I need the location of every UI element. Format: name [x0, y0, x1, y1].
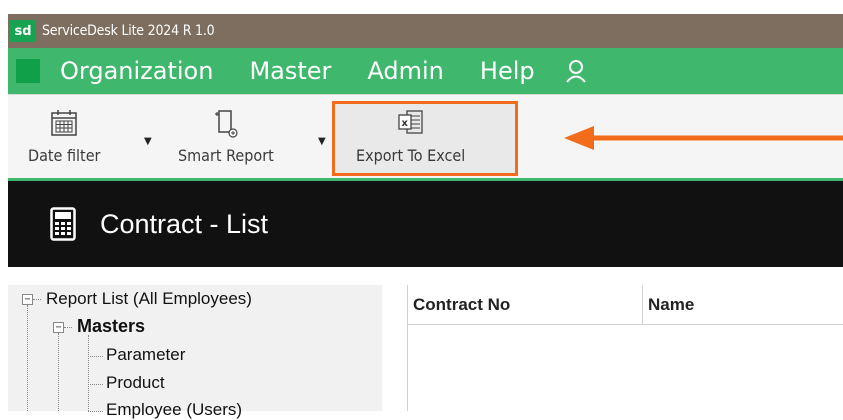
- smart-report-button[interactable]: Smart Report: [178, 108, 274, 165]
- page-header: Contract - List: [8, 181, 843, 267]
- tree-item-employee[interactable]: Employee (Users): [106, 400, 242, 420]
- tree-root-item[interactable]: Report List (All Employees): [46, 289, 252, 309]
- calculator-icon: [50, 207, 76, 241]
- tree-item-parameter[interactable]: Parameter: [106, 345, 185, 365]
- smart-report-dropdown-caret[interactable]: ▼: [318, 136, 326, 147]
- report-icon: [211, 110, 241, 142]
- tree-masters-group[interactable]: Masters: [77, 316, 145, 337]
- menu-organization[interactable]: Organization: [60, 57, 213, 85]
- date-filter-label: Date filter: [28, 146, 101, 165]
- user-icon[interactable]: [565, 59, 587, 83]
- column-header-name[interactable]: Name: [643, 285, 843, 324]
- title-bar: sd ServiceDesk Lite 2024 R 1.0: [8, 14, 843, 48]
- report-tree: − Report List (All Employees) − Masters …: [8, 285, 382, 419]
- calendar-icon: [49, 110, 79, 142]
- collapse-root-icon[interactable]: −: [22, 294, 33, 305]
- column-header-contract-no[interactable]: Contract No: [408, 285, 643, 324]
- date-filter-button[interactable]: Date filter: [28, 108, 100, 165]
- callout-arrow-icon: [560, 120, 843, 160]
- menu-help[interactable]: Help: [480, 57, 535, 85]
- smart-report-label: Smart Report: [178, 146, 274, 165]
- menu-admin[interactable]: Admin: [367, 57, 444, 85]
- date-filter-dropdown-caret[interactable]: ▼: [144, 136, 152, 147]
- tree-item-product[interactable]: Product: [106, 373, 165, 393]
- menu-logo-block: [16, 59, 40, 83]
- export-to-excel-label: Export To Excel: [356, 146, 466, 165]
- menu-master[interactable]: Master: [249, 57, 331, 85]
- window-title: ServiceDesk Lite 2024 R 1.0: [42, 23, 215, 39]
- collapse-masters-icon[interactable]: −: [53, 322, 64, 333]
- contract-table: Contract No Name: [407, 285, 843, 411]
- svg-text:x: x: [401, 118, 408, 129]
- app-logo-icon: sd: [10, 20, 36, 42]
- menu-bar: Organization Master Admin Help: [8, 48, 843, 94]
- table-header: Contract No Name: [408, 285, 843, 325]
- excel-icon: x: [396, 110, 426, 142]
- page-title: Contract - List: [100, 208, 269, 239]
- export-to-excel-button[interactable]: x Export To Excel: [356, 108, 465, 165]
